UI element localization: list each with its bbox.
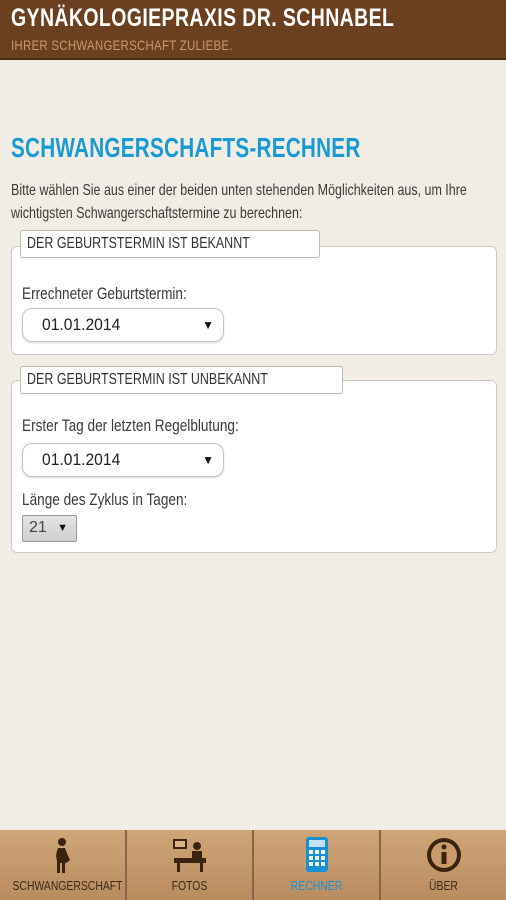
last-period-value: 01.01.2014: [42, 450, 121, 469]
bottom-tab-bar: SCHWANGERSCHAFT FOTOS RECHNER ÜBER: [0, 830, 506, 900]
chevron-down-icon: ▼: [57, 522, 68, 534]
intro-text: Bitte wählen Sie aus einer der beiden un…: [11, 182, 467, 222]
page-title: SCHWANGERSCHAFTS-RECHNER: [11, 132, 361, 163]
ultrasound-icon: [172, 839, 206, 872]
app-subtitle: IHRER SCHWANGERSCHAFT ZULIEBE.: [11, 37, 233, 53]
app-header: GYNÄKOLOGIEPRAXIS DR. SCHNABEL IHRER SCH…: [0, 0, 506, 60]
app-title: GYNÄKOLOGIEPRAXIS DR. SCHNABEL: [11, 4, 395, 32]
chevron-down-icon: ▼: [202, 453, 214, 467]
due-date-label: Errechneter Geburtstermin:: [22, 284, 187, 303]
tab-rechner[interactable]: RECHNER: [254, 830, 381, 900]
cycle-length-label: Länge des Zyklus in Tagen:: [22, 490, 188, 509]
tab-label-fotos: FOTOS: [171, 878, 208, 893]
due-date-select[interactable]: 01.01.2014 ▼: [22, 308, 224, 342]
tab-label-rechner: RECHNER: [290, 878, 343, 893]
tab-label-schwangerschaft: SCHWANGERSCHAFT: [12, 878, 123, 893]
cycle-length-select[interactable]: 21 ▼: [22, 515, 77, 542]
legend-due-date-unknown: DER GEBURTSTERMIN IST UNBEKANNT: [20, 366, 343, 394]
last-period-select[interactable]: 01.01.2014 ▼: [22, 443, 224, 477]
chevron-down-icon: ▼: [202, 318, 214, 332]
cycle-length-value: 21: [29, 519, 47, 536]
tab-schwangerschaft[interactable]: SCHWANGERSCHAFT: [0, 830, 127, 900]
last-period-label: Erster Tag der letzten Regelblutung:: [22, 416, 239, 435]
due-date-value: 01.01.2014: [42, 315, 121, 334]
tab-label-ueber: ÜBER: [429, 878, 458, 893]
tab-ueber[interactable]: ÜBER: [381, 830, 506, 900]
legend-due-date-known: DER GEBURTSTERMIN IST BEKANNT: [20, 230, 320, 258]
calculator-icon: [305, 837, 328, 872]
info-icon: [426, 838, 461, 872]
pregnant-woman-icon: [55, 838, 70, 873]
tab-fotos[interactable]: FOTOS: [127, 830, 254, 900]
